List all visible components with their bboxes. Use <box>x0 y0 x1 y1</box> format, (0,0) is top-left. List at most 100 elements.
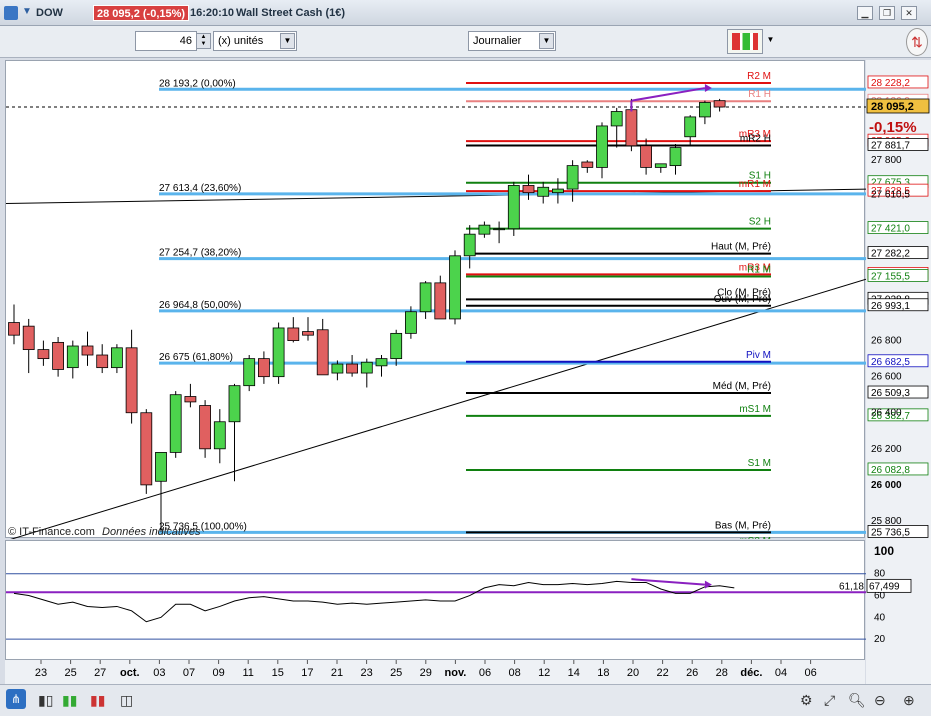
scroll-arrows-icon[interactable]: ⇅ <box>906 28 928 56</box>
candle-body <box>257 358 270 378</box>
pivot-level-label: mR2 H <box>740 133 771 144</box>
chevron-down-icon[interactable]: ▼ <box>539 33 554 49</box>
x-tick-label: 23 <box>35 667 47 679</box>
zoom-in-icon[interactable]: ⊕ <box>903 692 915 709</box>
x-tick-label: 23 <box>360 667 372 679</box>
divergence-arrowhead <box>704 84 712 93</box>
candle-body <box>66 345 79 369</box>
pivot-level-label: mS1 M <box>739 404 771 415</box>
oscillator-panel[interactable]: 61,18 <box>5 540 866 660</box>
pivot-level-label: S1 M <box>748 458 771 469</box>
candles-tool-icon <box>732 33 758 50</box>
candle-body <box>552 188 564 194</box>
zoom-tool-icon[interactable]: 🔍︎ <box>848 692 866 709</box>
zoom-fit-icon[interactable]: ⤢ <box>824 692 835 709</box>
y-tick-label: 26 000 <box>871 480 902 491</box>
pivot-level-label: R1 M <box>747 264 771 275</box>
x-tick-label: oct. <box>120 667 140 679</box>
chevron-down-icon[interactable]: ▼ <box>280 33 295 49</box>
candle-body <box>434 282 447 320</box>
bottom-toolbar: ⋔ ▮▯ ▮▮ ▮▮ ◫ ⚙ ⤢ 🔍︎ ⊖ ⊕ <box>0 684 931 716</box>
tool-icon[interactable]: ◫ <box>120 692 133 709</box>
x-tick-label: 08 <box>508 667 520 679</box>
candle-body <box>449 255 461 320</box>
pivot-level-label: Ouv (M, Pré) <box>714 294 771 305</box>
current-price-label: 28 095,2 <box>871 101 914 113</box>
symbol-label: DOW <box>36 7 63 19</box>
candle-body <box>360 361 373 374</box>
oscillator-svg: 61,18 <box>6 573 866 640</box>
y-axis-svg: 28 228,228 126,927 905,627 881,727 675,3… <box>866 75 930 645</box>
fibo-level-label: 26 964,8 (50,00%) <box>159 300 241 311</box>
instrument-label: Wall Street Cash (1€) <box>236 7 346 19</box>
chevron-down-icon[interactable]: ▼ <box>763 33 778 49</box>
period-value-field[interactable]: 46 <box>135 31 197 51</box>
x-tick-label: 17 <box>301 667 313 679</box>
candle-body <box>375 358 388 367</box>
oscillator-line <box>13 580 735 623</box>
candle-body <box>463 233 476 257</box>
candle-body <box>22 325 35 351</box>
candle-body <box>184 396 197 403</box>
x-tick-label: 15 <box>272 667 284 679</box>
app-icon <box>4 6 18 20</box>
period-stepper[interactable]: ▲ ▼ <box>196 33 211 49</box>
candle-body <box>316 329 329 376</box>
candle-body <box>287 327 300 341</box>
x-tick-label: 18 <box>597 667 609 679</box>
x-tick-label: 29 <box>420 667 432 679</box>
candle-body <box>346 363 359 374</box>
x-tick-label: 25 <box>64 667 76 679</box>
candle-body <box>566 165 579 190</box>
x-tick-label: 22 <box>656 667 668 679</box>
chevron-down-icon[interactable]: ▼ <box>22 6 32 17</box>
candles-icon[interactable]: ▮▮ <box>62 692 77 709</box>
x-axis-svg: 23 25 27 oct. 03 07 09 11 15 17 21 23 25 29 nov. 06 08 12… <box>35 660 817 679</box>
y-level-label: 26 993,1 <box>871 301 910 312</box>
share-icon[interactable]: ⋔ <box>6 689 26 709</box>
minimize-button[interactable]: ▁ <box>857 6 873 20</box>
pivot-level-label: Méd (M, Pré) <box>713 381 771 392</box>
pivot-level-label: R2 M <box>747 71 771 82</box>
y-tick-label: 26 200 <box>871 444 902 455</box>
pivot-level-label: mS2 M <box>739 536 771 539</box>
x-tick-label: 07 <box>183 667 195 679</box>
osc-last-label: 67,499 <box>869 581 900 592</box>
y-tick-label: 26 800 <box>871 336 902 347</box>
y-axis: 28 228,228 126,927 905,627 881,727 675,3… <box>866 60 931 684</box>
candle-body <box>199 405 212 450</box>
zoom-out-icon[interactable]: ⊖ <box>874 692 886 709</box>
close-button[interactable]: ✕ <box>901 6 917 20</box>
candle-body <box>111 347 123 369</box>
restore-button[interactable]: ❐ <box>879 6 895 20</box>
y-level-label: 26 509,3 <box>871 388 910 399</box>
settings-icon[interactable]: ⚙ <box>800 692 813 709</box>
osc-tick-label: 80 <box>874 569 886 580</box>
candle-body <box>522 185 535 194</box>
y-level-label: 25 736,5 <box>871 527 910 538</box>
candle-body <box>52 341 64 370</box>
candle-body <box>8 322 20 336</box>
x-tick-label: 06 <box>804 667 816 679</box>
osc-tick-label: 100 <box>874 544 894 558</box>
candle-body <box>331 363 344 374</box>
osc-tick-label: 20 <box>874 634 886 645</box>
x-tick-label: 11 <box>242 667 253 679</box>
candle-body <box>654 163 667 168</box>
indicator-tool-button[interactable] <box>727 29 763 54</box>
candle-body <box>669 147 682 167</box>
candle-body <box>81 345 94 356</box>
y-level-label: 27 282,2 <box>871 249 910 260</box>
candle-body <box>213 421 226 450</box>
y-level-label: 26 682,5 <box>871 357 910 368</box>
x-tick-label: 06 <box>479 667 491 679</box>
price-chart-svg: 28 193,2 (0,00%) 27 613,4 (23,60%) 27 254,… <box>5 71 867 550</box>
fibo-level-label: 26 675 (61,80%) <box>159 352 233 363</box>
candle-body <box>390 332 403 360</box>
oscillator-signal-value: 61,18 <box>839 581 864 592</box>
candle-body <box>713 100 726 108</box>
price-chart[interactable]: 28 193,2 (0,00%) 27 613,4 (23,60%) 27 254,… <box>5 60 867 550</box>
bar-chart-icon[interactable]: ▮▯ <box>38 692 53 709</box>
heikin-ashi-icon[interactable]: ▮▮ <box>90 692 105 709</box>
candle-body <box>581 161 594 168</box>
